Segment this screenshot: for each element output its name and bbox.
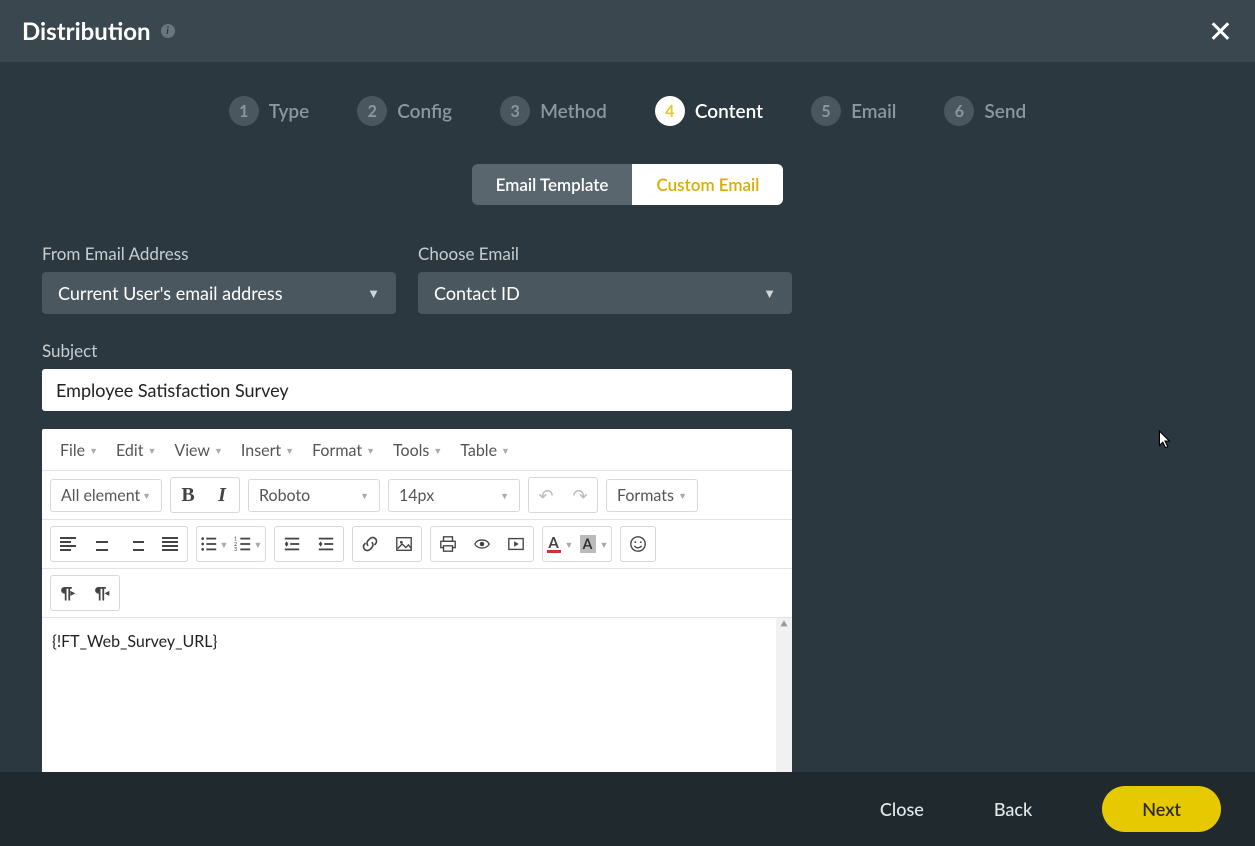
caret-down-icon: ▼ [565, 539, 574, 550]
link-button[interactable] [353, 527, 387, 561]
step-label: Content [695, 100, 763, 123]
caret-down-icon: ▼ [433, 445, 442, 456]
ltr-button[interactable]: ¶▸ [51, 576, 85, 610]
step-number: 3 [500, 96, 530, 126]
step-send[interactable]: 6 Send [944, 96, 1026, 126]
background-color-button[interactable]: A▼ [577, 527, 611, 561]
text-color-button[interactable]: A▼ [543, 527, 577, 561]
emoji-button[interactable] [621, 527, 655, 561]
menu-view[interactable]: View▼ [166, 437, 231, 464]
element-select[interactable]: All element▼ [51, 480, 161, 511]
number-list-button[interactable]: 123▼ [231, 527, 265, 561]
from-email-label: From Email Address [42, 243, 396, 264]
caret-down-icon: ▼ [142, 490, 151, 501]
choose-email-label: Choose Email [418, 243, 792, 264]
italic-button[interactable]: I [205, 478, 239, 512]
print-button[interactable] [431, 527, 465, 561]
from-email-value: Current User's email address [58, 282, 283, 304]
caret-down-icon: ▼ [501, 445, 510, 456]
page-title-text: Distribution [22, 17, 151, 46]
image-button[interactable] [387, 527, 421, 561]
redo-button[interactable]: ↷ [563, 478, 597, 512]
font-size-select[interactable]: 14px▼ [389, 480, 519, 511]
step-config[interactable]: 2 Config [357, 96, 452, 126]
menu-format[interactable]: Format▼ [304, 437, 383, 464]
svg-text:3: 3 [234, 547, 237, 553]
chevron-down-icon: ▼ [367, 285, 380, 301]
wizard-stepper: 1 Type 2 Config 3 Method 4 Content 5 Ema… [0, 62, 1255, 164]
rich-text-editor: File▼ Edit▼ View▼ Insert▼ Format▼ Tools▼… [42, 429, 792, 790]
email-mode-toggle: Email Template Custom Email [42, 164, 1213, 205]
rtl-button[interactable]: ¶◂ [85, 576, 119, 610]
close-button[interactable]: Close [880, 798, 924, 820]
indent-button[interactable] [309, 527, 343, 561]
caret-down-icon: ▼ [147, 445, 156, 456]
back-button[interactable]: Back [994, 798, 1032, 820]
step-content[interactable]: 4 Content [655, 96, 763, 126]
editor-scrollbar[interactable] [776, 618, 792, 790]
choose-email-value: Contact ID [434, 282, 520, 304]
next-button[interactable]: Next [1102, 786, 1221, 832]
step-email[interactable]: 5 Email [811, 96, 896, 126]
editor-menubar: File▼ Edit▼ View▼ Insert▼ Format▼ Tools▼… [42, 429, 792, 471]
caret-down-icon: ▼ [678, 490, 687, 501]
page-title: Distribution i [22, 17, 175, 46]
caret-down-icon: ▼ [285, 445, 294, 456]
menu-insert[interactable]: Insert▼ [233, 437, 302, 464]
menu-table[interactable]: Table▼ [452, 437, 518, 464]
chevron-down-icon: ▼ [763, 285, 776, 301]
subject-label: Subject [42, 340, 792, 361]
media-button[interactable] [499, 527, 533, 561]
font-select[interactable]: Roboto▼ [249, 480, 379, 511]
editor-toolbar-3: ¶▸ ¶◂ [42, 569, 792, 618]
tab-custom-email[interactable]: Custom Email [632, 164, 783, 205]
step-label: Type [269, 100, 309, 123]
modal-footer: Close Back Next [0, 772, 1255, 846]
editor-content: {!FT_Web_Survey_URL} [52, 632, 217, 651]
step-number: 1 [229, 96, 259, 126]
caret-down-icon: ▼ [600, 539, 609, 550]
align-left-button[interactable] [51, 527, 85, 561]
menu-file[interactable]: File▼ [52, 437, 106, 464]
editor-body[interactable]: {!FT_Web_Survey_URL} [42, 618, 776, 790]
formats-select[interactable]: Formats▼ [607, 480, 697, 511]
align-center-button[interactable] [85, 527, 119, 561]
step-number: 2 [357, 96, 387, 126]
caret-down-icon: ▼ [500, 490, 509, 501]
step-label: Config [397, 100, 452, 123]
step-number: 5 [811, 96, 841, 126]
bold-button[interactable]: B [171, 478, 205, 512]
modal-header: Distribution i ✕ [0, 0, 1255, 62]
step-label: Method [540, 100, 607, 123]
menu-tools[interactable]: Tools▼ [385, 437, 450, 464]
from-email-select[interactable]: Current User's email address ▼ [42, 272, 396, 314]
caret-down-icon: ▼ [254, 539, 263, 550]
caret-down-icon: ▼ [89, 445, 98, 456]
editor-toolbar-1: All element▼ B I Roboto▼ 14px▼ ↶ ↷ Forma… [42, 471, 792, 520]
editor-toolbar-2: ▼ 123▼ A▼ A▼ [42, 520, 792, 569]
outdent-button[interactable] [275, 527, 309, 561]
step-label: Email [851, 100, 896, 123]
bullet-list-button[interactable]: ▼ [197, 527, 231, 561]
step-number: 6 [944, 96, 974, 126]
close-icon[interactable]: ✕ [1208, 16, 1233, 46]
choose-email-select[interactable]: Contact ID ▼ [418, 272, 792, 314]
caret-down-icon: ▼ [220, 539, 229, 550]
step-type[interactable]: 1 Type [229, 96, 309, 126]
undo-button[interactable]: ↶ [529, 478, 563, 512]
align-justify-button[interactable] [153, 527, 187, 561]
caret-down-icon: ▼ [214, 445, 223, 456]
menu-edit[interactable]: Edit▼ [108, 437, 164, 464]
subject-input[interactable] [42, 369, 792, 411]
tab-email-template[interactable]: Email Template [472, 164, 633, 205]
align-right-button[interactable] [119, 527, 153, 561]
step-label: Send [984, 100, 1026, 123]
preview-button[interactable] [465, 527, 499, 561]
caret-down-icon: ▼ [360, 490, 369, 501]
step-method[interactable]: 3 Method [500, 96, 607, 126]
caret-down-icon: ▼ [366, 445, 375, 456]
info-icon[interactable]: i [161, 24, 175, 38]
step-number: 4 [655, 96, 685, 126]
